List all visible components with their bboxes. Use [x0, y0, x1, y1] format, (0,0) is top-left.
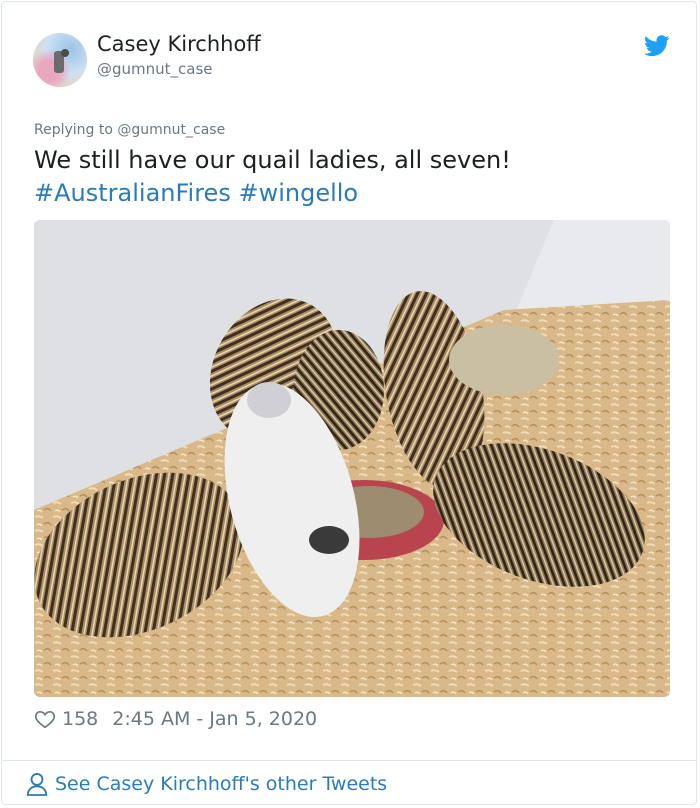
- tweet-body: We still have our quail ladies, all seve…: [34, 146, 511, 174]
- heart-icon[interactable]: [34, 708, 56, 730]
- author-name[interactable]: Casey Kirchhoff: [97, 32, 261, 56]
- person-icon: [26, 773, 48, 796]
- reply-to-handle[interactable]: @gumnut_case: [117, 122, 225, 138]
- author-handle[interactable]: @gumnut_case: [97, 60, 213, 78]
- avatar[interactable]: [33, 33, 87, 87]
- timestamp[interactable]: 2:45 AM - Jan 5, 2020: [112, 708, 317, 730]
- reply-context: Replying to @gumnut_case: [34, 122, 225, 138]
- tweet-card: Casey Kirchhoff @gumnut_case Replying to…: [1, 1, 697, 805]
- tweet-meta: 158 2:45 AM - Jan 5, 2020: [34, 708, 317, 730]
- tweet-text: We still have our quail ladies, all seve…: [34, 144, 674, 210]
- hashtag-australianfires[interactable]: #AustralianFires: [34, 179, 231, 207]
- reply-prefix: Replying to: [34, 122, 113, 138]
- tweet-photo[interactable]: [34, 220, 670, 697]
- hashtag-wingello[interactable]: #wingello: [238, 179, 358, 207]
- quail-photo-illustration: [34, 220, 670, 697]
- see-other-tweets-label: See Casey Kirchhoff's other Tweets: [55, 773, 388, 795]
- like-count[interactable]: 158: [62, 708, 98, 730]
- twitter-bird-icon[interactable]: [644, 35, 670, 57]
- see-other-tweets-link[interactable]: See Casey Kirchhoff's other Tweets: [26, 772, 387, 796]
- avatar-figure-head: [61, 49, 69, 57]
- divider: [2, 760, 696, 761]
